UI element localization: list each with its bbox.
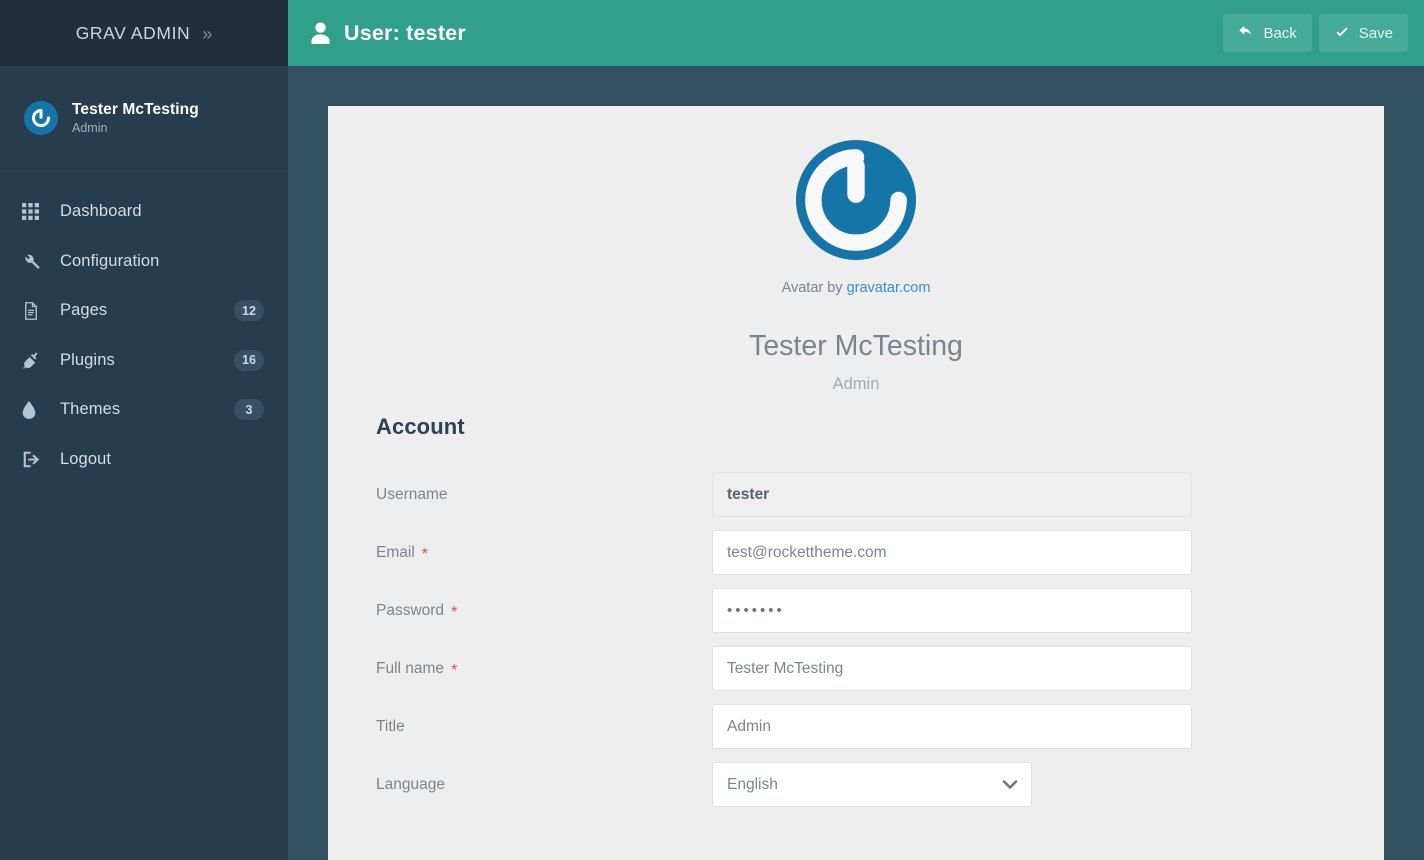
username-input[interactable] bbox=[712, 472, 1192, 517]
field-title bbox=[712, 704, 1336, 749]
check-icon bbox=[1334, 25, 1350, 41]
profile-role: Admin bbox=[72, 121, 199, 135]
back-button-label: Back bbox=[1263, 25, 1296, 42]
sidebar-item-label: Configuration bbox=[60, 252, 264, 271]
label-fullname: Full name * bbox=[376, 660, 712, 678]
account-form: Username Email * bbox=[376, 472, 1336, 807]
sidebar-badge-pages: 12 bbox=[234, 300, 264, 321]
sidebar-item-plugins[interactable]: Plugins 16 bbox=[0, 336, 288, 386]
required-marker: * bbox=[451, 605, 457, 621]
form-row-password: Password * bbox=[376, 588, 1336, 633]
label-username: Username bbox=[376, 486, 712, 504]
form-row-email: Email * bbox=[376, 530, 1336, 575]
label-fullname-text: Full name bbox=[376, 660, 444, 678]
sidebar-brand[interactable]: GRAV ADMIN » bbox=[0, 0, 288, 66]
label-title: Title bbox=[376, 718, 712, 736]
required-marker: * bbox=[422, 547, 428, 563]
password-input[interactable] bbox=[712, 588, 1192, 633]
sidebar-profile[interactable]: Tester McTesting Admin bbox=[0, 66, 288, 171]
language-select-wrap: English bbox=[712, 762, 1032, 807]
sidebar-item-pages[interactable]: Pages 12 bbox=[0, 286, 288, 336]
sidebar-item-label: Plugins bbox=[60, 351, 220, 370]
email-input[interactable] bbox=[712, 530, 1192, 575]
sidebar-item-logout[interactable]: Logout bbox=[0, 435, 288, 485]
section-title-account: Account bbox=[376, 414, 1336, 440]
avatar-block: Avatar by gravatar.com bbox=[376, 136, 1336, 296]
required-marker: * bbox=[451, 663, 457, 679]
language-select[interactable]: English bbox=[712, 762, 1032, 807]
gravatar-icon bbox=[24, 101, 58, 135]
field-email bbox=[712, 530, 1336, 575]
sidebar-item-themes[interactable]: Themes 3 bbox=[0, 385, 288, 435]
profile-text: Tester McTesting Admin bbox=[72, 101, 199, 135]
label-email: Email * bbox=[376, 544, 712, 562]
gravatar-icon bbox=[794, 138, 918, 262]
sidebar-item-label: Pages bbox=[60, 301, 220, 320]
label-language-text: Language bbox=[376, 776, 445, 794]
sidebar-item-label: Dashboard bbox=[60, 202, 264, 221]
grid-icon bbox=[22, 203, 46, 220]
title-input[interactable] bbox=[712, 704, 1192, 749]
topbar-title-group: User: tester bbox=[310, 21, 1223, 46]
topbar: User: tester Back bbox=[288, 0, 1424, 66]
avatar-caption-prefix: Avatar by bbox=[782, 280, 847, 296]
form-row-language: Language English bbox=[376, 762, 1336, 807]
droplet-icon bbox=[22, 401, 46, 419]
undo-arrow-icon bbox=[1238, 25, 1254, 41]
sidebar-item-dashboard[interactable]: Dashboard bbox=[0, 187, 288, 237]
sidebar-item-configuration[interactable]: Configuration bbox=[0, 237, 288, 287]
double-chevron-right-icon[interactable]: » bbox=[202, 25, 212, 43]
label-password: Password * bbox=[376, 602, 712, 620]
field-language: English bbox=[712, 762, 1336, 807]
content-area: Avatar by gravatar.com Tester McTesting … bbox=[288, 66, 1424, 860]
wrench-icon bbox=[22, 252, 46, 271]
brand-title: GRAV ADMIN bbox=[76, 23, 191, 44]
sidebar: GRAV ADMIN » Tester McTesting Admin bbox=[0, 0, 288, 860]
sidebar-item-label: Logout bbox=[60, 450, 264, 469]
label-password-text: Password bbox=[376, 602, 444, 620]
sidebar-badge-themes: 3 bbox=[234, 399, 264, 420]
plug-icon bbox=[22, 351, 46, 370]
back-button[interactable]: Back bbox=[1223, 14, 1311, 52]
main-region: User: tester Back bbox=[288, 0, 1424, 860]
topbar-actions: Back Save bbox=[1223, 14, 1408, 52]
profile-name: Tester McTesting bbox=[72, 101, 199, 119]
save-button-label: Save bbox=[1359, 25, 1393, 42]
user-profile-panel: Avatar by gravatar.com Tester McTesting … bbox=[328, 106, 1384, 860]
sign-out-icon bbox=[22, 450, 46, 469]
label-title-text: Title bbox=[376, 718, 405, 736]
field-username bbox=[712, 472, 1336, 517]
sidebar-badge-plugins: 16 bbox=[234, 350, 264, 371]
sidebar-item-label: Themes bbox=[60, 400, 220, 419]
label-language: Language bbox=[376, 776, 712, 794]
user-display-role: Admin bbox=[376, 375, 1336, 394]
field-fullname bbox=[712, 646, 1336, 691]
fullname-input[interactable] bbox=[712, 646, 1192, 691]
form-row-title: Title bbox=[376, 704, 1336, 749]
field-password bbox=[712, 588, 1336, 633]
sidebar-nav: Dashboard Configuration bbox=[0, 171, 288, 484]
user-display-name: Tester McTesting bbox=[376, 330, 1336, 363]
label-username-text: Username bbox=[376, 486, 448, 504]
file-text-icon bbox=[22, 302, 46, 320]
grav-admin-app: GRAV ADMIN » Tester McTesting Admin bbox=[0, 0, 1424, 860]
page-title: User: tester bbox=[344, 21, 466, 46]
label-email-text: Email bbox=[376, 544, 415, 562]
avatar-caption: Avatar by gravatar.com bbox=[782, 280, 931, 296]
form-row-username: Username bbox=[376, 472, 1336, 517]
user-icon bbox=[310, 22, 331, 44]
form-row-fullname: Full name * bbox=[376, 646, 1336, 691]
save-button[interactable]: Save bbox=[1319, 14, 1408, 52]
gravatar-link[interactable]: gravatar.com bbox=[847, 280, 931, 296]
